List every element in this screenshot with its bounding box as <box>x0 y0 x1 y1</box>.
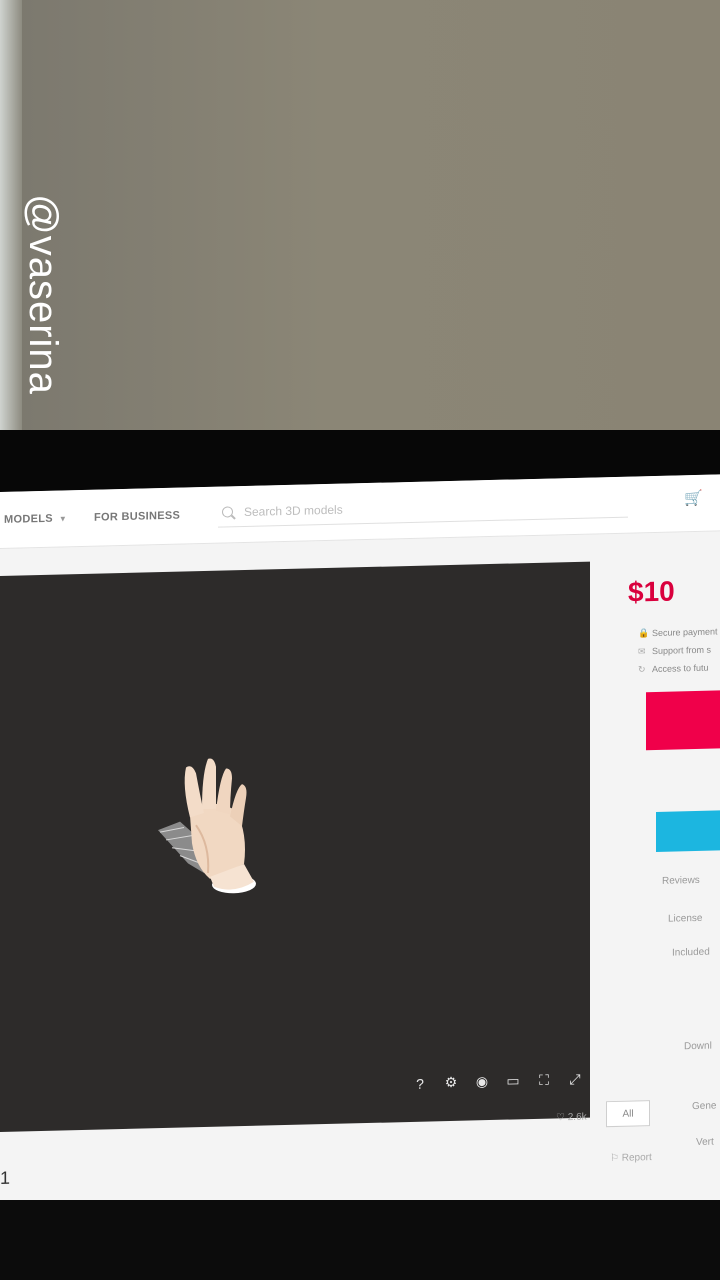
search-icon <box>222 506 233 518</box>
secondary-button[interactable] <box>656 809 720 852</box>
chevron-down-icon: ▼ <box>58 514 68 524</box>
search-input[interactable] <box>242 494 616 521</box>
flag-icon: ⚐ <box>610 1152 619 1165</box>
feature-label: Access to futu <box>652 662 709 675</box>
lock-icon: 🔒 <box>638 628 650 639</box>
vr-icon[interactable]: ◉ <box>473 1073 491 1090</box>
hand-model <box>158 758 256 894</box>
like-count: ♡ 2.6k <box>556 1112 587 1124</box>
wall-background <box>0 0 720 440</box>
wall-edge <box>0 0 22 430</box>
help-icon[interactable]: ? <box>411 1075 429 1091</box>
cart-icon[interactable]: 🛒 <box>684 489 703 507</box>
monitor-bezel-bottom <box>0 1200 720 1280</box>
feature-access: ↻ Access to futu <box>638 663 709 676</box>
label-license: License <box>668 912 703 925</box>
price: $10 <box>628 575 675 608</box>
model-title-fragment: 1 <box>0 1167 11 1188</box>
label-reviews[interactable]: Reviews <box>662 875 700 887</box>
viewer-toolbar: ? ⚙ ◉ ▭ ⛶ ⤢ <box>411 1071 584 1092</box>
heart-icon: ♡ <box>556 1112 565 1124</box>
label-geometry: Gene <box>692 1100 717 1113</box>
fullscreen-icon[interactable]: ⤢ <box>566 1071 584 1088</box>
inspector-icon[interactable]: ⛶ <box>535 1071 553 1088</box>
refresh-icon: ↻ <box>638 664 646 675</box>
mail-icon: ✉ <box>638 646 646 657</box>
feature-label: Secure payment <box>652 626 718 639</box>
feature-support: ✉ Support from s <box>638 645 711 658</box>
nav-models[interactable]: MODELS ▼ <box>4 512 67 526</box>
nav-for-business[interactable]: FOR BUSINESS <box>94 510 180 524</box>
watermark: @vaserina <box>20 194 65 395</box>
label-downloads: Downl <box>684 1040 712 1053</box>
like-count-value: 2.6k <box>567 1111 587 1124</box>
vr-glasses-icon[interactable]: ▭ <box>504 1072 522 1089</box>
report-label: Report <box>621 1152 652 1164</box>
all-button-label: All <box>622 1108 634 1120</box>
monitor-screen: MODELS ▼ FOR BUSINESS 🛒 ? <box>0 474 720 1252</box>
feature-label: Support from s <box>652 644 712 657</box>
report-link[interactable]: ⚐ Report <box>610 1152 652 1164</box>
search-bar <box>218 490 628 528</box>
add-to-collection-button[interactable]: All <box>606 1100 650 1128</box>
model-viewer[interactable]: ? ⚙ ◉ ▭ ⛶ ⤢ <box>0 561 590 1133</box>
feature-secure-payment: 🔒 Secure payment <box>638 626 718 639</box>
settings-icon[interactable]: ⚙ <box>442 1074 460 1091</box>
label-included: Included <box>672 946 710 959</box>
nav-models-label: MODELS <box>4 512 53 526</box>
label-vertices: Vert <box>696 1136 714 1148</box>
buy-button[interactable] <box>646 689 720 751</box>
